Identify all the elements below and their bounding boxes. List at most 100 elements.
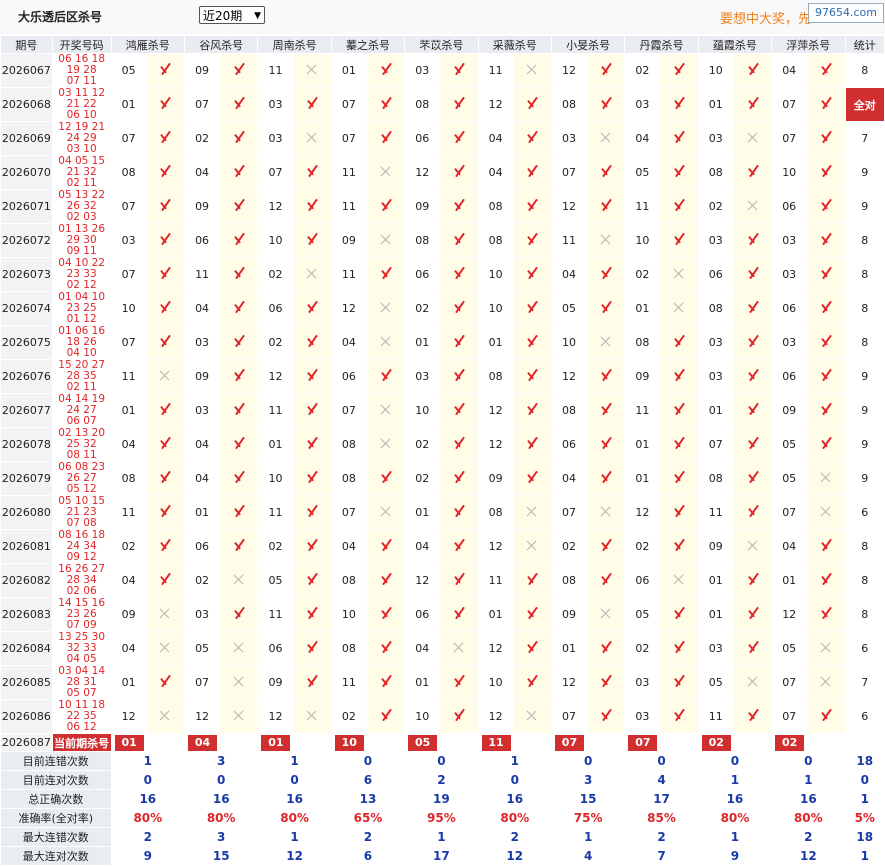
result-mark-cell xyxy=(586,529,626,564)
check-icon xyxy=(452,539,466,551)
kill-pick-cell: 12 xyxy=(404,563,441,598)
result-mark-cell xyxy=(145,223,186,258)
cross-icon xyxy=(159,607,171,619)
check-icon xyxy=(672,437,686,449)
issue-cell: 2026071 xyxy=(0,189,53,224)
kill-pick-cell: 06 xyxy=(257,631,294,666)
result-mark-cell xyxy=(365,699,406,734)
result-mark-cell xyxy=(365,631,406,666)
draw-numbers-cell: 05 13 22 26 32 02 03 xyxy=(51,189,112,224)
check-icon xyxy=(672,403,686,415)
row-count-cell: 9 xyxy=(844,155,885,190)
draw-back-numbers: 06 07 xyxy=(66,415,97,427)
cross-icon xyxy=(233,709,245,721)
draw-numbers-cell: 03 04 14 28 31 05 07 xyxy=(51,665,112,700)
kill-pick-cell: 04 xyxy=(110,631,147,666)
kill-pick-cell: 10 xyxy=(477,665,514,700)
kill-pick-cell: 04 xyxy=(550,257,588,292)
result-mark-cell xyxy=(439,359,479,394)
check-icon xyxy=(599,471,613,483)
check-icon xyxy=(746,63,760,75)
stats-value: 2 xyxy=(404,770,479,790)
check-icon xyxy=(819,199,833,211)
kill-pick-cell: 12 xyxy=(771,597,808,632)
kill-pick-cell: 06 xyxy=(183,223,221,258)
kill-pick-cell: 08 xyxy=(550,393,588,428)
check-icon xyxy=(305,97,319,109)
cross-icon xyxy=(306,267,318,279)
kill-pick-cell: 01 xyxy=(257,427,294,462)
cross-icon xyxy=(820,471,832,483)
result-mark-cell xyxy=(659,427,699,462)
check-icon xyxy=(379,369,393,381)
kill-pick-cell: 12 xyxy=(257,359,294,394)
table-row: 2026075 01 06 16 18 26 04 10 07 03 02 04 01 01 10… xyxy=(0,325,885,360)
check-icon xyxy=(232,199,246,211)
result-mark-cell xyxy=(512,87,552,122)
result-mark-cell xyxy=(439,189,479,224)
cross-icon xyxy=(306,131,318,143)
check-icon xyxy=(305,369,319,381)
result-mark-cell xyxy=(145,597,186,632)
cross-icon xyxy=(820,641,832,653)
result-mark-cell xyxy=(292,495,332,530)
check-icon xyxy=(672,675,686,687)
check-icon xyxy=(599,63,613,75)
check-icon xyxy=(305,471,319,483)
check-icon xyxy=(158,573,172,585)
result-mark-cell xyxy=(732,223,773,258)
stats-value: 0 xyxy=(477,770,552,790)
check-icon xyxy=(452,97,466,109)
kill-pick-cell: 06 xyxy=(404,597,441,632)
result-mark-cell xyxy=(219,257,259,292)
kill-pick-cell: 12 xyxy=(550,359,588,394)
stats-value: 2 xyxy=(477,827,552,847)
result-mark-cell xyxy=(292,189,332,224)
check-icon xyxy=(819,573,833,585)
result-mark-cell xyxy=(145,87,186,122)
result-mark-cell xyxy=(586,189,626,224)
draw-numbers-cell: 01 13 26 29 30 09 11 xyxy=(51,223,112,258)
row-count-cell: 9 xyxy=(844,461,885,496)
kill-pick-cell: 07 xyxy=(550,155,588,190)
stats-value: 75% xyxy=(550,808,626,828)
stats-label: 最大连对次数 xyxy=(0,846,112,866)
result-mark-cell xyxy=(586,359,626,394)
draw-back-numbers: 02 06 xyxy=(66,585,97,597)
kill-pick-cell: 10 xyxy=(404,393,441,428)
check-icon xyxy=(305,165,319,177)
check-icon xyxy=(452,437,466,449)
result-mark-cell xyxy=(586,325,626,360)
cross-icon xyxy=(526,505,538,517)
row-count-cell: 8 xyxy=(844,257,885,292)
check-icon xyxy=(525,97,539,109)
result-mark-cell xyxy=(292,155,332,190)
kill-pick-cell: 08 xyxy=(477,359,514,394)
kill-pick-cell: 11 xyxy=(330,189,367,224)
result-mark-cell xyxy=(365,223,406,258)
kill-pick-cell: 08 xyxy=(697,291,734,326)
result-mark-cell xyxy=(806,665,846,700)
header-row: 期号 开奖号码 鸿雁杀号 谷风杀号 周南杀号 蓁之杀号 芣苡杀号 采薇杀号 小旻… xyxy=(0,35,885,54)
stats-value: 1 xyxy=(697,827,773,847)
result-mark-cell xyxy=(219,495,259,530)
result-mark-cell xyxy=(219,393,259,428)
period-select[interactable]: 近20期 ▼ xyxy=(199,6,265,24)
draw-back-numbers: 04 05 xyxy=(66,653,97,665)
stats-row: 最大连对次数 9 15 12 6 17 12 4 7 9 12 1 xyxy=(0,846,885,866)
stats-value: 3 xyxy=(550,770,626,790)
kill-pick-cell: 03 xyxy=(183,393,221,428)
kill-pick-cell: 09 xyxy=(183,53,221,88)
result-mark-cell xyxy=(439,155,479,190)
period-select-value: 近20期 xyxy=(203,9,243,23)
current-pick-cell: 11 xyxy=(477,733,552,752)
draw-back-numbers: 04 10 xyxy=(66,347,97,359)
result-mark-cell xyxy=(365,155,406,190)
stats-value: 80% xyxy=(771,808,846,828)
result-mark-cell xyxy=(219,699,259,734)
result-mark-cell xyxy=(732,53,773,88)
kill-pick-cell: 05 xyxy=(257,563,294,598)
check-icon xyxy=(379,573,393,585)
table-row: 2026080 05 10 15 21 23 07 08 11 01 11 07 01 08 07… xyxy=(0,495,885,530)
draw-back-numbers: 02 03 xyxy=(66,211,97,223)
